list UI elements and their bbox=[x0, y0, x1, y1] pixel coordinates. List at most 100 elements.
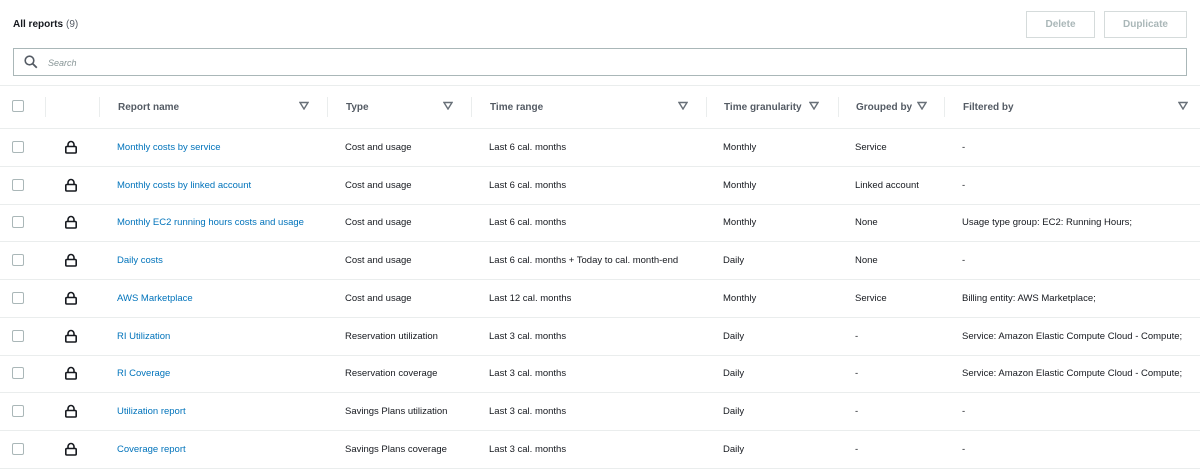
time-range: Last 6 cal. months bbox=[489, 217, 567, 229]
sort-icon[interactable] bbox=[299, 101, 309, 110]
time-granularity: Monthly bbox=[723, 179, 757, 191]
grouped-by: - bbox=[855, 330, 859, 342]
grouped-by: Service bbox=[855, 142, 887, 153]
report-type: Cost and usage bbox=[345, 255, 412, 267]
table-row: AWS Marketplace Cost and usage Last 12 cal… bbox=[0, 280, 1200, 318]
report-name-link[interactable]: Monthly costs by linked account bbox=[117, 167, 251, 204]
time-range: Last 3 cal. months bbox=[489, 330, 567, 342]
time-granularity: Daily bbox=[723, 330, 745, 342]
report-count: (9) bbox=[66, 19, 79, 30]
time-range: Last 3 cal. months bbox=[489, 443, 567, 455]
grouped-by: Linked account bbox=[855, 179, 919, 191]
report-name-link[interactable]: Monthly costs by service bbox=[117, 129, 220, 166]
table-row: Monthly costs by service Cost and usage La… bbox=[0, 129, 1200, 167]
column-divider bbox=[944, 97, 945, 117]
column-header-filtered-by[interactable]: Filtered by bbox=[963, 86, 1014, 128]
report-name-link[interactable]: Utilization report bbox=[117, 393, 186, 430]
time-range: Last 6 cal. months bbox=[489, 142, 567, 153]
row-checkbox[interactable] bbox=[12, 254, 24, 267]
lock-icon bbox=[64, 329, 77, 343]
column-divider bbox=[471, 97, 472, 117]
filtered-by: - bbox=[962, 142, 966, 153]
table-row: Utilization report Savings Plans utilizat… bbox=[0, 393, 1200, 431]
filtered-by: Service: Amazon Elastic Compute Cloud - … bbox=[962, 368, 1183, 380]
report-name-link[interactable]: AWS Marketplace bbox=[117, 280, 193, 317]
lock-icon bbox=[64, 178, 77, 192]
delete-button[interactable]: Delete bbox=[1026, 11, 1095, 38]
sort-icon[interactable] bbox=[809, 101, 819, 110]
report-name-link[interactable]: RI Utilization bbox=[117, 318, 170, 355]
filtered-by: Service: Amazon Elastic Compute Cloud - … bbox=[962, 330, 1183, 342]
time-range: Last 6 cal. months + Today to cal. month… bbox=[489, 255, 679, 267]
lock-icon bbox=[64, 366, 77, 380]
column-divider bbox=[838, 97, 839, 117]
table-row: Coverage report Savings Plans coverage Las… bbox=[0, 431, 1200, 469]
row-checkbox[interactable] bbox=[12, 178, 24, 191]
lock-icon bbox=[64, 216, 77, 230]
filtered-by: Billing entity: AWS Marketplace; bbox=[962, 292, 1096, 304]
grouped-by: - bbox=[855, 443, 859, 455]
table-row: RI Coverage Reservation coverage Last 3 ca… bbox=[0, 355, 1200, 394]
search-input[interactable] bbox=[46, 53, 1050, 73]
grouped-by: None bbox=[855, 217, 878, 229]
row-checkbox[interactable] bbox=[12, 329, 24, 342]
time-range: Last 3 cal. months bbox=[489, 368, 567, 380]
select-all-checkbox[interactable] bbox=[12, 100, 24, 112]
time-granularity: Monthly bbox=[723, 142, 757, 153]
report-type: Cost and usage bbox=[345, 217, 412, 229]
filtered-by: - bbox=[962, 405, 966, 417]
column-header-time-granularity[interactable]: Time granularity bbox=[724, 86, 802, 128]
lock-icon bbox=[64, 291, 77, 305]
row-checkbox[interactable] bbox=[12, 216, 24, 229]
lock-icon bbox=[64, 404, 77, 418]
row-checkbox[interactable] bbox=[12, 367, 24, 380]
report-name-link[interactable]: RI Coverage bbox=[117, 355, 170, 392]
report-type: Savings Plans coverage bbox=[345, 443, 447, 455]
column-divider bbox=[45, 97, 46, 117]
filtered-by: - bbox=[962, 179, 966, 191]
report-name-link[interactable]: Coverage report bbox=[117, 431, 186, 468]
time-granularity: Daily bbox=[723, 405, 745, 417]
column-header-time-range[interactable]: Time range bbox=[490, 86, 543, 128]
report-type: Cost and usage bbox=[345, 142, 412, 153]
sort-icon[interactable] bbox=[917, 101, 927, 110]
time-range: Last 6 cal. months bbox=[489, 179, 567, 191]
row-checkbox[interactable] bbox=[12, 141, 24, 153]
column-divider bbox=[706, 97, 707, 117]
report-name-link[interactable]: Daily costs bbox=[117, 242, 163, 279]
grouped-by: - bbox=[855, 368, 859, 380]
column-header-type[interactable]: Type bbox=[346, 86, 369, 128]
filtered-by: - bbox=[962, 443, 966, 455]
sort-icon[interactable] bbox=[678, 101, 688, 110]
grouped-by: - bbox=[855, 405, 859, 417]
duplicate-button[interactable]: Duplicate bbox=[1104, 11, 1187, 38]
grouped-by: Service bbox=[855, 292, 887, 304]
time-granularity: Daily bbox=[723, 255, 745, 267]
row-checkbox[interactable] bbox=[12, 291, 24, 304]
filtered-by: Usage type group: EC2: Running Hours; bbox=[962, 217, 1133, 229]
sort-icon[interactable] bbox=[443, 101, 453, 110]
table-row: RI Utilization Reservation utilization Las… bbox=[0, 318, 1200, 356]
report-name-link[interactable]: Monthly EC2 running hours costs and usag… bbox=[117, 204, 304, 241]
lock-icon bbox=[64, 253, 77, 267]
column-header-report-name[interactable]: Report name bbox=[118, 86, 179, 128]
page-title: All reports (9) bbox=[13, 19, 78, 30]
time-granularity: Monthly bbox=[723, 217, 757, 229]
lock-icon bbox=[64, 140, 77, 154]
row-checkbox[interactable] bbox=[12, 442, 24, 455]
filtered-by: - bbox=[962, 255, 966, 267]
table-row: Monthly costs by linked account Cost and … bbox=[0, 167, 1200, 205]
report-type: Savings Plans utilization bbox=[345, 405, 448, 417]
column-divider bbox=[99, 97, 100, 117]
search-field[interactable] bbox=[13, 48, 1187, 76]
table-row: Monthly EC2 running hours costs and usag… bbox=[0, 204, 1200, 243]
search-icon bbox=[24, 55, 38, 69]
column-divider bbox=[327, 97, 328, 117]
sort-icon[interactable] bbox=[1178, 101, 1188, 110]
title-text: All reports bbox=[13, 19, 64, 30]
time-range: Last 12 cal. months bbox=[489, 292, 572, 304]
report-type: Cost and usage bbox=[345, 292, 412, 304]
row-checkbox[interactable] bbox=[12, 404, 24, 417]
column-header-grouped-by[interactable]: Grouped by bbox=[856, 86, 912, 128]
time-granularity: Monthly bbox=[723, 292, 757, 304]
